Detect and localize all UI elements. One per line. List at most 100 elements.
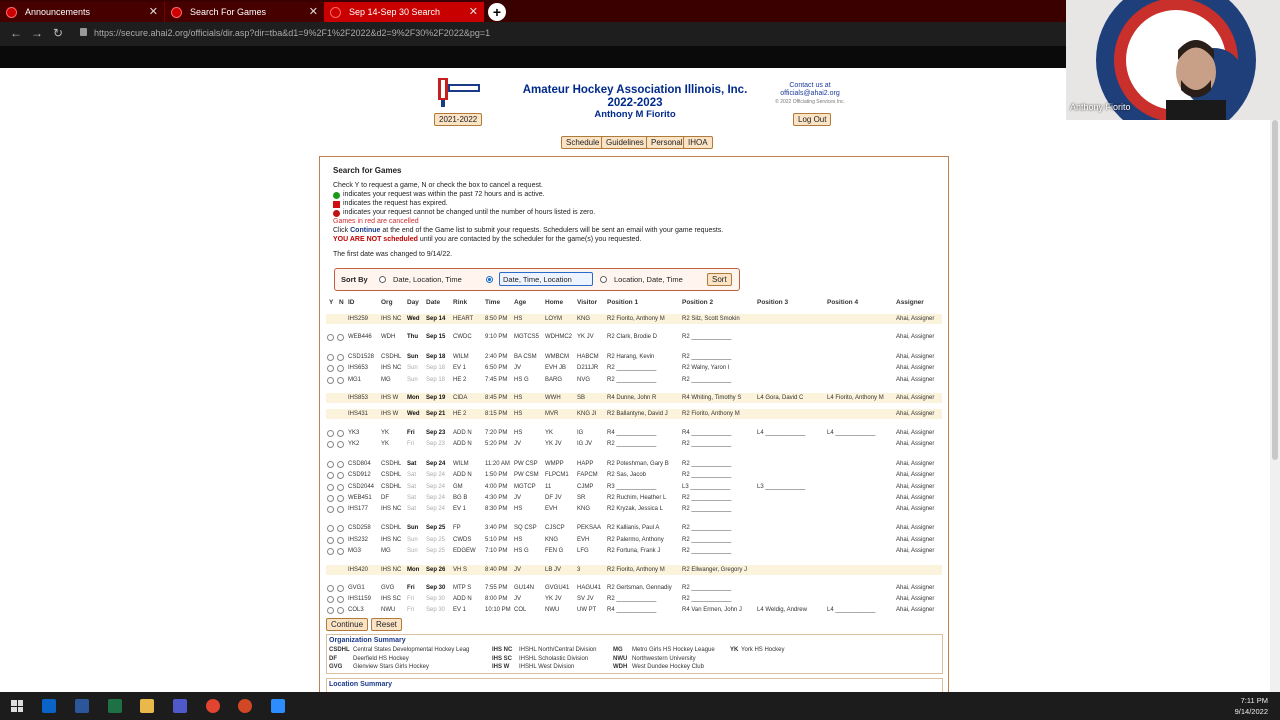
column-header: Position 4	[827, 299, 859, 306]
cell-id[interactable]: IHS420	[348, 566, 368, 574]
close-icon[interactable]: ✕	[469, 5, 478, 18]
request-no-checkbox[interactable]	[337, 441, 344, 448]
cell-day: Mon	[407, 395, 420, 401]
request-yes-checkbox[interactable]	[327, 484, 334, 491]
cell-id[interactable]: GVG1	[348, 584, 365, 592]
nav-guidelines-button[interactable]: Guidelines	[601, 136, 649, 149]
powerpoint-icon[interactable]	[238, 699, 252, 713]
back-icon[interactable]: ←	[10, 26, 22, 40]
cell-id[interactable]: IHS431	[348, 410, 368, 418]
reload-icon[interactable]: ↻	[53, 26, 63, 40]
request-no-checkbox[interactable]	[337, 461, 344, 468]
chrome-icon[interactable]	[206, 699, 220, 713]
cell-date: Sep 24	[426, 506, 446, 512]
request-yes-checkbox[interactable]	[327, 430, 334, 437]
cell-id[interactable]: IHS1159	[348, 595, 371, 603]
cell-rink: ADD N	[453, 430, 472, 436]
scrollbar-thumb[interactable]	[1272, 120, 1278, 460]
request-yes-checkbox[interactable]	[327, 472, 334, 479]
cell-id[interactable]: IHS232	[348, 536, 368, 544]
request-no-checkbox[interactable]	[337, 377, 344, 384]
request-yes-checkbox[interactable]	[327, 525, 334, 532]
clock-time: 7:11 PM	[1240, 696, 1268, 705]
cell-id[interactable]: IHS653	[348, 364, 368, 372]
cell-visitor: IG JV	[577, 441, 593, 447]
request-yes-checkbox[interactable]	[327, 377, 334, 384]
season-2021-button[interactable]: 2021-2022	[434, 113, 483, 126]
request-no-checkbox[interactable]	[337, 596, 344, 603]
sort-radio-date-location[interactable]	[379, 276, 386, 283]
request-yes-checkbox[interactable]	[327, 607, 334, 614]
cell-id[interactable]: YK2	[348, 440, 359, 448]
request-no-checkbox[interactable]	[337, 548, 344, 555]
request-no-checkbox[interactable]	[337, 365, 344, 372]
request-no-checkbox[interactable]	[337, 484, 344, 491]
cell-id[interactable]: CSD912	[348, 471, 371, 479]
tab-sep-search[interactable]: Sep 14-Sep 30 Search ✕	[324, 2, 484, 22]
close-icon[interactable]: ✕	[309, 5, 318, 18]
cell-id[interactable]: CSD1528	[348, 353, 374, 361]
outlook-icon[interactable]	[42, 699, 56, 713]
cell-time: 1:50 PM	[485, 472, 508, 478]
request-no-checkbox[interactable]	[337, 585, 344, 592]
request-no-checkbox[interactable]	[337, 354, 344, 361]
zoom-icon[interactable]	[271, 699, 285, 713]
sort-radio-location-date[interactable]	[600, 276, 607, 283]
request-yes-checkbox[interactable]	[327, 506, 334, 513]
cell-id[interactable]: CSD804	[348, 460, 371, 468]
request-yes-checkbox[interactable]	[327, 548, 334, 555]
word-icon[interactable]	[75, 699, 89, 713]
cell-rink: EV 1	[453, 506, 467, 512]
request-yes-checkbox[interactable]	[327, 461, 334, 468]
nav-schedule-button[interactable]: Schedule	[561, 136, 605, 149]
cell-id[interactable]: MG3	[348, 547, 361, 555]
cell-date: Sep 23	[426, 441, 446, 447]
cell-id[interactable]: WEB446	[348, 333, 372, 341]
cell-id[interactable]: MG1	[348, 376, 361, 384]
cell-id[interactable]: COL3	[348, 606, 364, 614]
cell-id[interactable]: IHS853	[348, 394, 368, 402]
tab-search-for-games[interactable]: Search For Games ✕	[164, 2, 324, 22]
cell-id[interactable]: IHS177	[348, 505, 368, 513]
request-no-checkbox[interactable]	[337, 537, 344, 544]
tab-announcements[interactable]: Announcements ✕	[0, 2, 164, 22]
request-no-checkbox[interactable]	[337, 495, 344, 502]
contact-email-link[interactable]: officials@ahai2.org	[762, 90, 858, 98]
teams-icon[interactable]	[173, 699, 187, 713]
request-yes-checkbox[interactable]	[327, 334, 334, 341]
request-yes-checkbox[interactable]	[327, 441, 334, 448]
request-yes-checkbox[interactable]	[327, 365, 334, 372]
request-yes-checkbox[interactable]	[327, 596, 334, 603]
cell-id[interactable]: CSD258	[348, 524, 371, 532]
reset-button[interactable]: Reset	[371, 618, 402, 631]
request-yes-checkbox[interactable]	[327, 495, 334, 502]
cell-p1: R3 ____________	[607, 484, 657, 490]
request-yes-checkbox[interactable]	[327, 537, 334, 544]
request-no-checkbox[interactable]	[337, 472, 344, 479]
cell-id[interactable]: IHS259	[348, 315, 368, 323]
cell-id[interactable]: CSD2044	[348, 483, 374, 491]
close-icon[interactable]: ✕	[149, 5, 158, 18]
nav-personal-button[interactable]: Personal	[646, 136, 688, 149]
request-yes-checkbox[interactable]	[327, 354, 334, 361]
system-clock[interactable]: 7:11 PM 9/14/2022	[1235, 695, 1268, 717]
address-bar[interactable]: https://secure.ahai2.org/officials/dir.a…	[94, 28, 490, 38]
new-tab-button[interactable]: +	[488, 3, 506, 21]
windows-start-icon[interactable]	[11, 700, 23, 712]
excel-icon[interactable]	[108, 699, 122, 713]
request-no-checkbox[interactable]	[337, 607, 344, 614]
cell-id[interactable]: YK3	[348, 429, 359, 437]
request-no-checkbox[interactable]	[337, 334, 344, 341]
sort-radio-date-time[interactable]	[486, 276, 493, 283]
logout-button[interactable]: Log Out	[793, 113, 832, 126]
request-no-checkbox[interactable]	[337, 430, 344, 437]
request-yes-checkbox[interactable]	[327, 585, 334, 592]
request-no-checkbox[interactable]	[337, 525, 344, 532]
cell-id[interactable]: WEB451	[348, 494, 372, 502]
forward-icon[interactable]: →	[31, 26, 43, 40]
continue-button[interactable]: Continue	[326, 618, 369, 631]
sort-button[interactable]: Sort	[707, 273, 732, 286]
file-explorer-icon[interactable]	[140, 699, 154, 713]
nav-ihoa-button[interactable]: IHOA	[683, 136, 713, 149]
request-no-checkbox[interactable]	[337, 506, 344, 513]
